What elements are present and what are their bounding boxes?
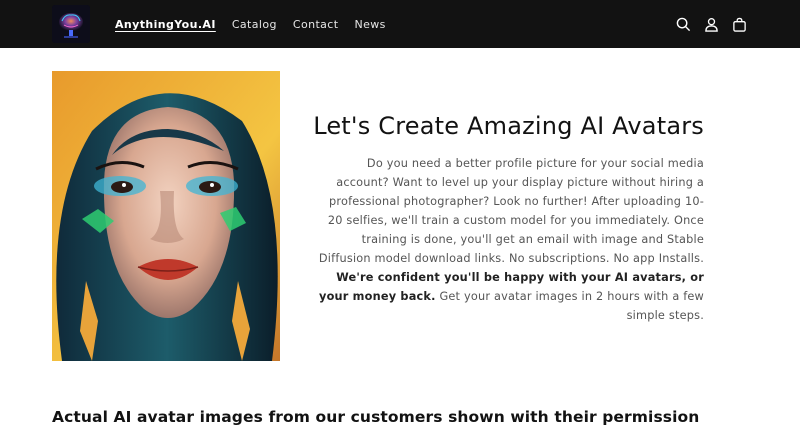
account-icon[interactable] xyxy=(702,15,720,33)
cart-icon[interactable] xyxy=(730,15,748,33)
search-icon[interactable] xyxy=(674,15,692,33)
nav-catalog[interactable]: Catalog xyxy=(232,18,277,31)
hero-avatar-image xyxy=(52,71,280,361)
nav-contact[interactable]: Contact xyxy=(293,18,339,31)
main-nav: AnythingYou.AI Catalog Contact News xyxy=(115,0,402,48)
hero-title: Let's Create Amazing AI Avatars xyxy=(313,112,704,140)
gallery-section-title: Actual AI avatar images from our custome… xyxy=(52,408,700,426)
header-icons xyxy=(674,0,748,48)
hero-body-part-1: Do you need a better profile picture for… xyxy=(318,157,704,265)
hero-description: Do you need a better profile picture for… xyxy=(318,154,704,325)
brand-logo[interactable] xyxy=(52,5,90,43)
site-header: AnythingYou.AI Catalog Contact News xyxy=(0,0,800,48)
nav-news[interactable]: News xyxy=(354,18,385,31)
nav-home-brand[interactable]: AnythingYou.AI xyxy=(115,18,216,31)
hero-body-part-2: Get your avatar images in 2 hours with a… xyxy=(439,290,704,322)
